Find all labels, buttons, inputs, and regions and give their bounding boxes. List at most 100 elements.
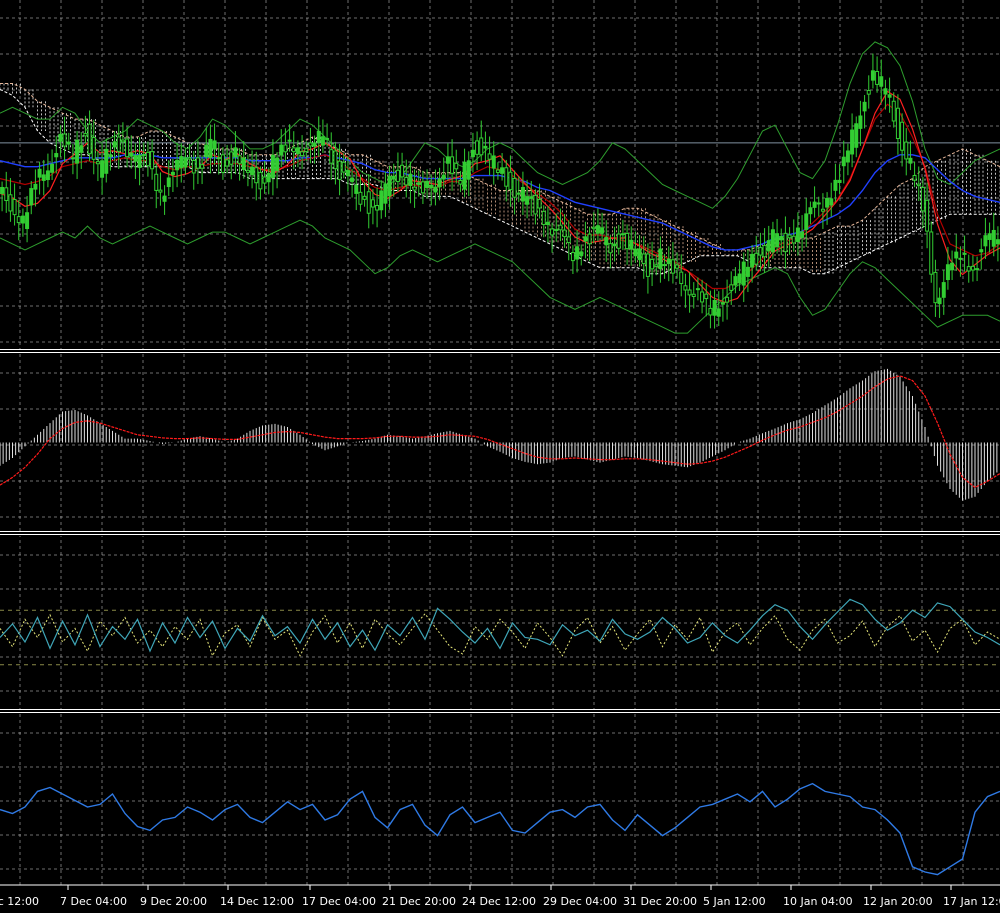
candle-body-112 xyxy=(466,160,471,180)
candle-body-124 xyxy=(516,192,521,195)
candle-body-158 xyxy=(658,248,663,270)
candle-body-167 xyxy=(695,288,700,291)
candle-body-62 xyxy=(258,171,263,190)
candle-body-157 xyxy=(654,264,659,267)
candle-body-225 xyxy=(937,297,942,305)
candle-body-236 xyxy=(983,235,988,247)
candle-body-197 xyxy=(820,208,825,212)
x-tick-label-4: 17 Dec 04:00 xyxy=(302,895,376,908)
candle-body-13 xyxy=(54,153,59,158)
candle-body-228 xyxy=(950,262,955,271)
candle-body-8 xyxy=(33,183,38,190)
candle-body-180 xyxy=(750,253,755,268)
candle-body-200 xyxy=(833,179,838,191)
candle-body-116 xyxy=(483,145,488,149)
candle-body-92 xyxy=(383,183,388,204)
candle-body-75 xyxy=(312,142,317,147)
candle-body-147 xyxy=(612,243,617,247)
candle-body-191 xyxy=(795,227,800,242)
candle-body-127 xyxy=(529,196,534,199)
candle-body-226 xyxy=(941,282,946,298)
candle-body-63 xyxy=(262,176,267,184)
candle-body-26 xyxy=(108,154,113,158)
candle-body-198 xyxy=(825,197,830,208)
candle-body-61 xyxy=(254,167,259,184)
candle-body-77 xyxy=(320,136,325,146)
candle-body-86 xyxy=(358,191,363,205)
candle-body-81 xyxy=(337,160,342,180)
candle-body-79 xyxy=(329,149,334,164)
candle-body-101 xyxy=(420,181,425,194)
candle-body-14 xyxy=(58,133,63,142)
candle-body-201 xyxy=(837,179,842,183)
chart-root: 6 Dec 12:00 7 Dec 04:00 9 Dec 20:00 14 Dec … xyxy=(0,0,1000,913)
candle-body-215 xyxy=(895,107,900,140)
candle-body-231 xyxy=(962,252,967,255)
candle-body-153 xyxy=(637,248,642,261)
candle-body-199 xyxy=(829,198,834,206)
candle-body-207 xyxy=(862,101,867,112)
x-tick-label-9: 5 Jan 12:00 xyxy=(703,895,766,908)
candle-body-118 xyxy=(491,155,496,169)
candle-body-17 xyxy=(70,157,75,160)
candle-body-80 xyxy=(333,150,338,170)
candle-body-185 xyxy=(770,229,775,253)
candle-body-196 xyxy=(816,202,821,205)
candle-body-29 xyxy=(120,139,125,143)
candle-body-150 xyxy=(625,232,630,250)
candle-body-154 xyxy=(641,253,646,265)
candle-body-107 xyxy=(445,156,450,164)
candle-body-206 xyxy=(858,115,863,129)
candle-body-9 xyxy=(37,168,42,178)
candle-body-178 xyxy=(741,261,746,286)
candle-body-90 xyxy=(375,204,380,211)
candle-body-35 xyxy=(145,151,150,167)
candle-body-113 xyxy=(470,149,475,158)
candle-body-168 xyxy=(700,291,705,303)
candle-body-223 xyxy=(929,231,934,275)
candle-body-217 xyxy=(904,141,909,160)
candle-body-235 xyxy=(979,249,984,253)
candle-body-230 xyxy=(958,257,963,260)
x-tick-label-11: 12 Jan 20:00 xyxy=(863,895,933,908)
candle-body-166 xyxy=(691,293,696,297)
candle-body-25 xyxy=(104,148,109,174)
candle-body-181 xyxy=(754,252,759,265)
candle-body-142 xyxy=(591,226,596,230)
candle-body-211 xyxy=(879,76,884,87)
candle-body-164 xyxy=(683,285,688,291)
candle-body-149 xyxy=(620,233,625,236)
candle-body-34 xyxy=(141,154,146,157)
candle-body-71 xyxy=(295,147,300,155)
candle-body-48 xyxy=(200,164,205,169)
candle-body-221 xyxy=(920,187,925,212)
candle-body-137 xyxy=(570,252,575,262)
candle-body-100 xyxy=(416,182,421,185)
candle-body-110 xyxy=(458,179,463,185)
candle-body-93 xyxy=(387,175,392,197)
candle-body-52 xyxy=(216,157,221,160)
candle-body-64 xyxy=(266,172,271,183)
candle-body-234 xyxy=(975,268,980,271)
candle-body-161 xyxy=(670,259,675,274)
candle-body-58 xyxy=(241,157,246,171)
candle-body-227 xyxy=(945,264,950,281)
candle-body-134 xyxy=(558,224,563,231)
x-tick-label-0: 6 Dec 12:00 xyxy=(0,895,39,908)
candle-body-131 xyxy=(545,221,550,226)
candle-body-12 xyxy=(50,163,55,173)
x-tick-label-1: 7 Dec 04:00 xyxy=(60,895,127,908)
candle-body-163 xyxy=(679,271,684,285)
candle-body-60 xyxy=(250,166,255,176)
candle-body-184 xyxy=(766,240,771,252)
candle-body-122 xyxy=(508,171,513,191)
candle-body-45 xyxy=(187,157,192,160)
candle-body-69 xyxy=(287,139,292,142)
candle-body-146 xyxy=(608,243,613,254)
x-tick-label-12: 17 Jan 12:00 xyxy=(943,895,1000,908)
candle-body-32 xyxy=(133,155,138,162)
candle-body-56 xyxy=(233,147,238,158)
candle-body-0 xyxy=(0,186,5,194)
candle-body-41 xyxy=(170,171,175,176)
candle-body-7 xyxy=(29,188,34,206)
